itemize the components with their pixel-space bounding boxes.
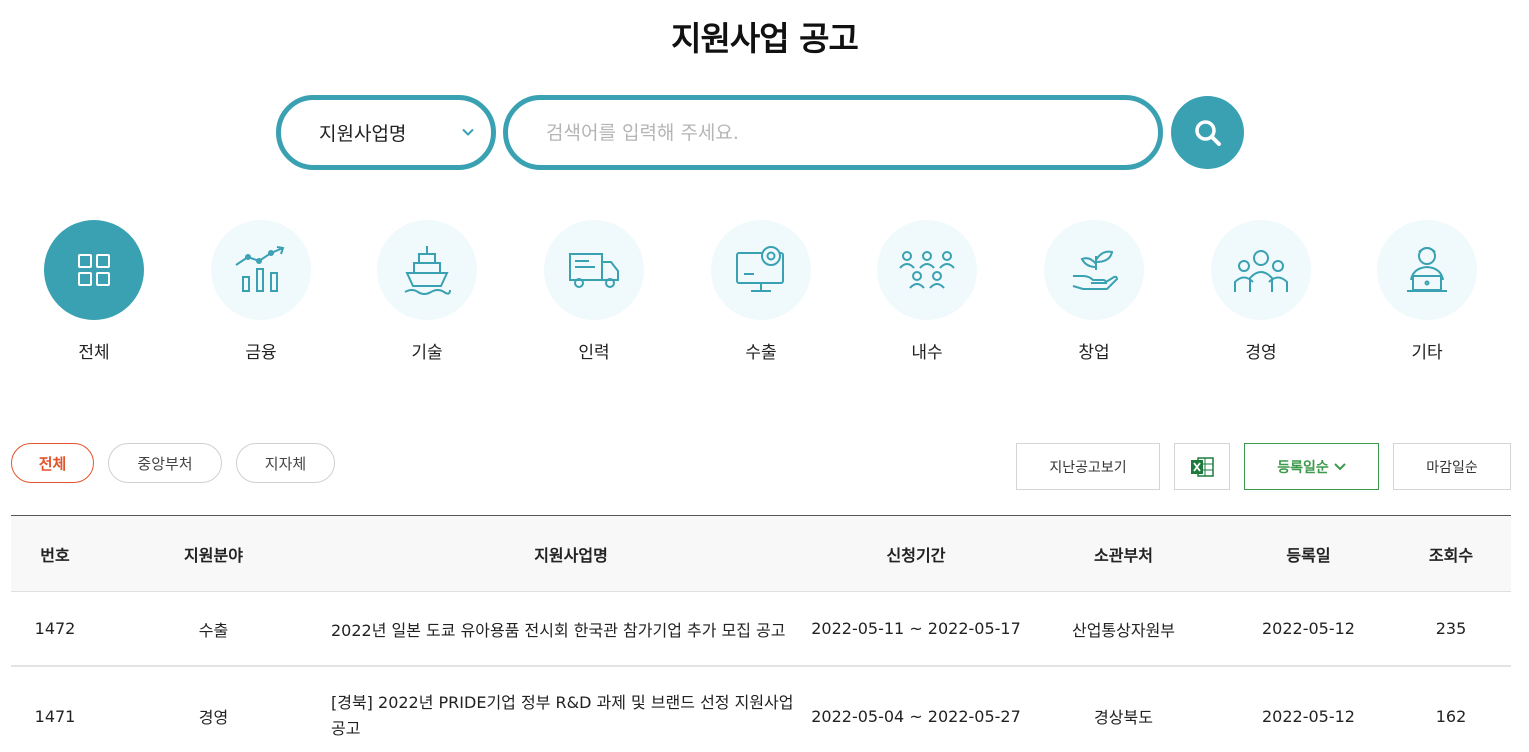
notice-table: 번호 지원분야 지원사업명 신청기간 소관부처 등록일 조회수 1472 수출 … [11,515,1511,752]
header-dept: 소관부처 [1094,545,1153,565]
category-label: 인력 [578,343,610,363]
category-nav: 전체 금융 기술 인력 수출 내수 창업 경영 기타 [0,220,1529,370]
category-domestic[interactable]: 내수 [877,220,977,363]
sort-registered-button[interactable]: 등록일순 [1244,443,1379,490]
past-notices-button[interactable]: 지난공고보기 [1016,443,1160,490]
sprout-hand-icon [1072,250,1119,290]
row-no: 1472 [34,619,76,638]
category-label: 기술 [411,343,443,363]
header-title: 지원사업명 [534,545,608,565]
category-export[interactable]: 수출 [711,220,811,363]
filter-local[interactable]: 지자체 [236,443,335,483]
header-date: 등록일 [1286,545,1331,565]
table-header: 번호 지원분야 지원사업명 신청기간 소관부처 등록일 조회수 [11,516,1511,592]
category-tech[interactable]: 기술 [377,220,477,363]
header-period: 신청기간 [886,545,946,565]
chevron-down-icon [462,128,474,136]
excel-icon [1191,456,1214,477]
search-type-value: 지원사업명 [319,123,407,145]
truck-icon [569,253,619,288]
row-views: 162 [1435,706,1467,726]
grid-icon [78,254,110,286]
row-period: 2022-05-11 ~ 2022-05-17 [811,619,1021,638]
category-label: 경영 [1245,343,1277,363]
category-label: 창업 [1078,343,1110,363]
sort-deadline-button[interactable]: 마감일순 [1393,443,1511,490]
sort-registered-label: 등록일순 [1277,459,1329,476]
row-field: 수출 [198,620,229,640]
row-dept: 산업통상자원부 [1071,620,1176,640]
header-views: 조회수 [1428,545,1474,565]
chart-icon [235,246,285,292]
category-label: 내수 [911,343,943,363]
search-type-select[interactable]: 지원사업명 [276,95,496,170]
row-period: 2022-05-04 ~ 2022-05-27 [811,706,1021,726]
monitor-gear-icon [736,246,784,292]
category-all[interactable]: 전체 [44,220,144,363]
search-button[interactable] [1171,96,1244,169]
header-field: 지원분야 [184,545,243,565]
chevron-down-icon [1334,462,1346,470]
team-icon [1234,250,1288,292]
category-management[interactable]: 경영 [1211,220,1311,363]
category-startup[interactable]: 창업 [1044,220,1144,363]
category-manpower[interactable]: 인력 [544,220,644,363]
row-dept: 경상북도 [1094,708,1153,727]
category-etc[interactable]: 기타 [1377,220,1477,363]
row-title-link[interactable]: 2022년 일본 도쿄 유아용품 전시회 한국관 참가기업 추가 모집 공고 [331,592,811,665]
header-no: 번호 [40,545,70,565]
category-label: 수출 [745,343,777,363]
row-date: 2022-05-12 [1262,706,1355,726]
table-row[interactable]: 1472 수출 2022년 일본 도쿄 유아용품 전시회 한국관 참가기업 추가… [11,592,1511,667]
page-title: 지원사업 공고 [671,19,859,58]
ship-icon [404,246,451,295]
row-title-link[interactable]: [경북] 2022년 PRIDE기업 정부 R&D 과제 및 브랜드 선정 지원… [331,667,811,752]
people-icon [899,251,955,289]
row-no: 1471 [34,706,76,726]
filter-central[interactable]: 중앙부처 [108,443,222,483]
row-date: 2022-05-12 [1262,619,1355,638]
row-field: 경영 [198,708,229,727]
table-row[interactable]: 1471 경영 [경북] 2022년 PRIDE기업 정부 R&D 과제 및 브… [11,667,1511,752]
search-input[interactable] [503,95,1163,170]
search-icon [1194,119,1221,146]
category-label: 기타 [1411,343,1443,363]
row-views: 235 [1435,619,1467,638]
filter-all[interactable]: 전체 [11,443,94,483]
excel-download-button[interactable] [1174,443,1230,490]
category-label: 전체 [78,343,110,363]
laptop-user-icon [1407,247,1447,292]
category-label: 금융 [245,343,277,363]
category-finance[interactable]: 금융 [211,220,311,363]
